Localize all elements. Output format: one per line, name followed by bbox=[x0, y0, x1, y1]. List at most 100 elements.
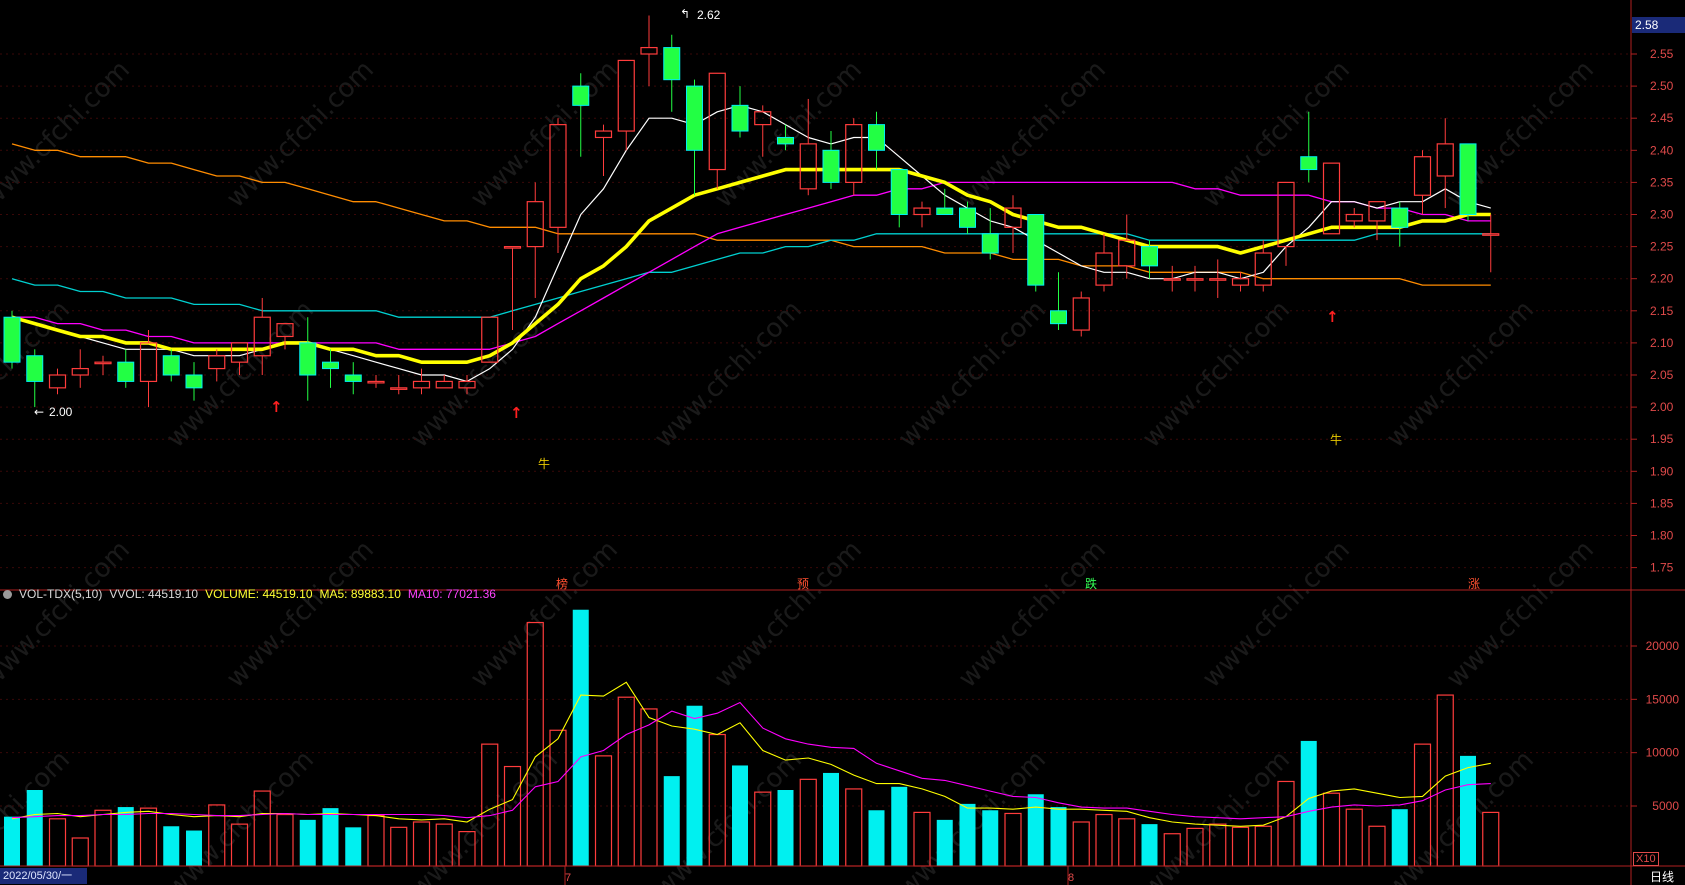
candle-body bbox=[799, 143, 817, 190]
volume-bar bbox=[640, 708, 658, 867]
event-marker[interactable]: 榜 bbox=[556, 576, 568, 591]
watermark-text: www.cfchi.com bbox=[1137, 295, 1296, 454]
candle bbox=[162, 349, 180, 382]
candle-body bbox=[936, 207, 954, 216]
candle-body bbox=[1322, 162, 1341, 235]
event-marker[interactable]: 跌 bbox=[1085, 576, 1097, 591]
watermark-text: www.cfchi.com bbox=[953, 535, 1112, 694]
candle-body bbox=[344, 374, 362, 382]
volume-axis: 20000 15000 10000 5000 bbox=[1631, 639, 1679, 813]
indicator-menu-icon[interactable] bbox=[3, 590, 12, 599]
period-label[interactable]: 日线 bbox=[1650, 868, 1674, 885]
candle bbox=[1231, 272, 1250, 292]
candle bbox=[594, 124, 613, 176]
candle-body bbox=[1231, 278, 1250, 286]
candle-body bbox=[1368, 201, 1386, 222]
volume-bar bbox=[186, 830, 202, 866]
candle-body bbox=[1482, 233, 1500, 236]
price-tick-label: 1.80 bbox=[1650, 529, 1674, 543]
volume-bar bbox=[139, 807, 158, 867]
stock-chart: www.cfchi.com www.cfchi.com www.cfchi.com w… bbox=[0, 0, 1685, 885]
candle bbox=[1027, 214, 1045, 292]
candle bbox=[48, 368, 67, 395]
volume-bar bbox=[732, 765, 748, 866]
candle bbox=[1163, 265, 1181, 292]
candle-body bbox=[913, 207, 931, 216]
candle-body bbox=[3, 316, 21, 363]
vvol-value: VVOL: 44519.10 bbox=[109, 587, 199, 601]
candle-body bbox=[1072, 297, 1090, 331]
price-tick-label: 1.95 bbox=[1650, 432, 1674, 446]
watermark-text: www.cfchi.com bbox=[465, 535, 624, 694]
candle-body bbox=[48, 374, 67, 389]
volume-bar bbox=[26, 790, 43, 866]
volume-tick-label: 5000 bbox=[1652, 799, 1679, 813]
volume-legend: VOL-TDX(5,10) VVOL: 44519.10 VOLUME: 44519… bbox=[3, 587, 503, 601]
volume-bar bbox=[48, 818, 67, 867]
candle-body bbox=[822, 149, 840, 183]
watermark-text: www.cfchi.com bbox=[0, 55, 136, 214]
candle bbox=[845, 118, 863, 196]
candle bbox=[117, 349, 135, 388]
watermark-text: www.cfchi.com bbox=[221, 55, 380, 214]
candle-body bbox=[1209, 278, 1227, 281]
watermark-text: www.cfchi.com bbox=[161, 745, 320, 885]
volume-bar bbox=[1118, 818, 1136, 867]
price-tick-label: 1.90 bbox=[1650, 464, 1674, 478]
price-tick-label: 2.25 bbox=[1650, 240, 1674, 254]
volume-bar bbox=[594, 755, 613, 867]
indicator-name[interactable]: VOL-TDX(5,10) bbox=[19, 587, 102, 601]
event-marker[interactable]: 涨 bbox=[1468, 576, 1480, 591]
event-marker[interactable]: 预 bbox=[797, 577, 809, 591]
candle-body bbox=[71, 367, 89, 376]
candle bbox=[390, 375, 408, 395]
candle bbox=[890, 169, 908, 228]
volume-bar bbox=[845, 788, 863, 867]
price-tick-label: 2.10 bbox=[1650, 336, 1674, 350]
volume-bar bbox=[71, 837, 89, 867]
volume-bar bbox=[868, 810, 885, 866]
candle bbox=[1482, 214, 1500, 273]
price-tick-label: 2.20 bbox=[1650, 272, 1674, 286]
volume-bar bbox=[777, 790, 794, 866]
candle-body bbox=[1436, 143, 1454, 177]
price-tick-label: 2.40 bbox=[1650, 143, 1674, 157]
candle-body bbox=[162, 355, 180, 376]
ma5-value: MA5: 89883.10 bbox=[319, 587, 401, 601]
price-tick-label: 1.85 bbox=[1650, 496, 1674, 510]
candle-body bbox=[1459, 143, 1477, 216]
candle bbox=[3, 310, 21, 369]
watermark-text: www.cfchi.com bbox=[953, 55, 1112, 214]
watermark-text: www.cfchi.com bbox=[161, 295, 320, 454]
candle-body bbox=[1027, 214, 1045, 286]
candle bbox=[1072, 291, 1090, 337]
ma10-value: MA10: 77021.36 bbox=[407, 587, 496, 601]
candle-body bbox=[663, 47, 681, 81]
candle bbox=[26, 349, 44, 408]
volume-bar bbox=[390, 826, 408, 867]
candle-body bbox=[503, 246, 522, 249]
candle-body bbox=[185, 374, 203, 389]
candle bbox=[1209, 259, 1227, 298]
watermark-text: www.cfchi.com bbox=[1381, 295, 1540, 454]
volume-bar bbox=[1254, 825, 1272, 867]
volume-bar bbox=[1231, 826, 1250, 867]
candle-body bbox=[981, 233, 999, 254]
candle-body bbox=[117, 361, 135, 382]
candle bbox=[1322, 162, 1341, 235]
watermark-text: www.cfchi.com bbox=[709, 535, 868, 694]
volume-bar bbox=[276, 813, 294, 867]
candle bbox=[503, 246, 522, 331]
volume-tick-label: 15000 bbox=[1646, 692, 1680, 706]
candle-body bbox=[1141, 246, 1158, 267]
volume-tick-label: 10000 bbox=[1646, 746, 1680, 760]
watermark-text: www.cfchi.com bbox=[1137, 745, 1296, 885]
candle bbox=[663, 34, 681, 112]
buy-arrow-icon: ↑ bbox=[510, 404, 523, 422]
volume-bar bbox=[1141, 824, 1158, 866]
candle bbox=[1118, 214, 1136, 279]
volume-bar bbox=[936, 819, 953, 866]
watermark-text: www.cfchi.com bbox=[649, 295, 808, 454]
volume-bar bbox=[959, 803, 976, 866]
bull-marker: 牛 bbox=[538, 456, 550, 471]
